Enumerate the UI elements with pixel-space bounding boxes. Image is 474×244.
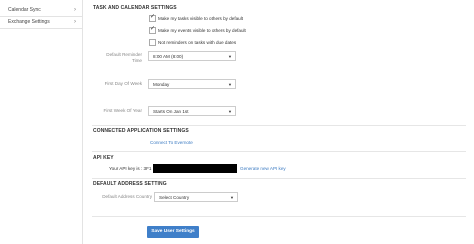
checkbox-checked[interactable] — [149, 14, 156, 23]
dropdown-arrow-icon: ▼ — [228, 109, 232, 114]
checkbox-checked[interactable] — [149, 26, 156, 35]
default-reminder-label: Default Reminder Time — [106, 52, 142, 63]
select-value: Monday — [153, 82, 170, 87]
section-title-api-key: API KEY — [93, 155, 114, 161]
api-key-value-redacted — [153, 164, 237, 173]
connect-evernote-link[interactable]: Connect To Evernote — [150, 140, 193, 145]
checkbox-row[interactable]: Not reminders on tasks with due dates — [149, 39, 236, 47]
dropdown-arrow-icon: ▼ — [230, 195, 234, 200]
default-country-select[interactable]: Select Country ▼ — [154, 192, 238, 202]
checkbox-unchecked[interactable] — [149, 39, 156, 47]
default-address-label: Default Address Country — [102, 194, 152, 199]
divider — [92, 151, 466, 152]
first-week-select[interactable]: Starts On Jan 1st ▼ — [148, 106, 236, 116]
checkbox-row[interactable]: Make my events visible to others by defa… — [149, 26, 246, 35]
first-day-select[interactable]: Monday ▼ — [148, 79, 236, 89]
section-title-connected-apps: CONNECTED APPLICATION SETTINGS — [93, 128, 189, 134]
section-title-default-address: DEFAULT ADDRESS SETTING — [93, 181, 167, 187]
select-value: 8:00 AM (8:00) — [153, 54, 184, 59]
divider — [92, 125, 466, 126]
generate-api-key-link[interactable]: Generate new API key — [240, 166, 286, 171]
save-user-settings-button[interactable]: Save User Settings — [147, 226, 199, 238]
checkbox-label: Not reminders on tasks with due dates — [158, 40, 237, 45]
default-reminder-select[interactable]: 8:00 AM (8:00) ▼ — [148, 51, 236, 61]
select-value: Starts On Jan 1st — [153, 109, 189, 114]
chevron-right-icon: › — [74, 7, 76, 13]
checkbox-label: Make my events visible to others by defa… — [158, 28, 246, 33]
divider — [92, 178, 466, 179]
checkbox-label: Make my tasks visible to others by defau… — [158, 16, 244, 21]
section-title-task-calendar: TASK AND CALENDAR SETTINGS — [93, 5, 177, 11]
first-week-label: First Week Of Year — [103, 108, 142, 113]
select-value: Select Country — [159, 195, 190, 200]
api-key-label: Your API key is : 3F1 — [109, 166, 152, 171]
checkbox-row[interactable]: Make my tasks visible to others by defau… — [149, 14, 244, 23]
divider — [92, 216, 466, 217]
sidebar-item-label: Calendar Sync — [8, 7, 41, 13]
sidebar: Calendar Sync › Exchange Settings › — [0, 0, 83, 244]
dropdown-arrow-icon: ▼ — [228, 54, 232, 59]
sidebar-item-label: Exchange Settings — [8, 19, 50, 25]
sidebar-item-exchange-settings[interactable]: Exchange Settings › — [0, 16, 82, 29]
dropdown-arrow-icon: ▼ — [228, 82, 232, 87]
chevron-right-icon: › — [74, 19, 76, 25]
first-day-label: First Day Of Week — [104, 81, 142, 86]
